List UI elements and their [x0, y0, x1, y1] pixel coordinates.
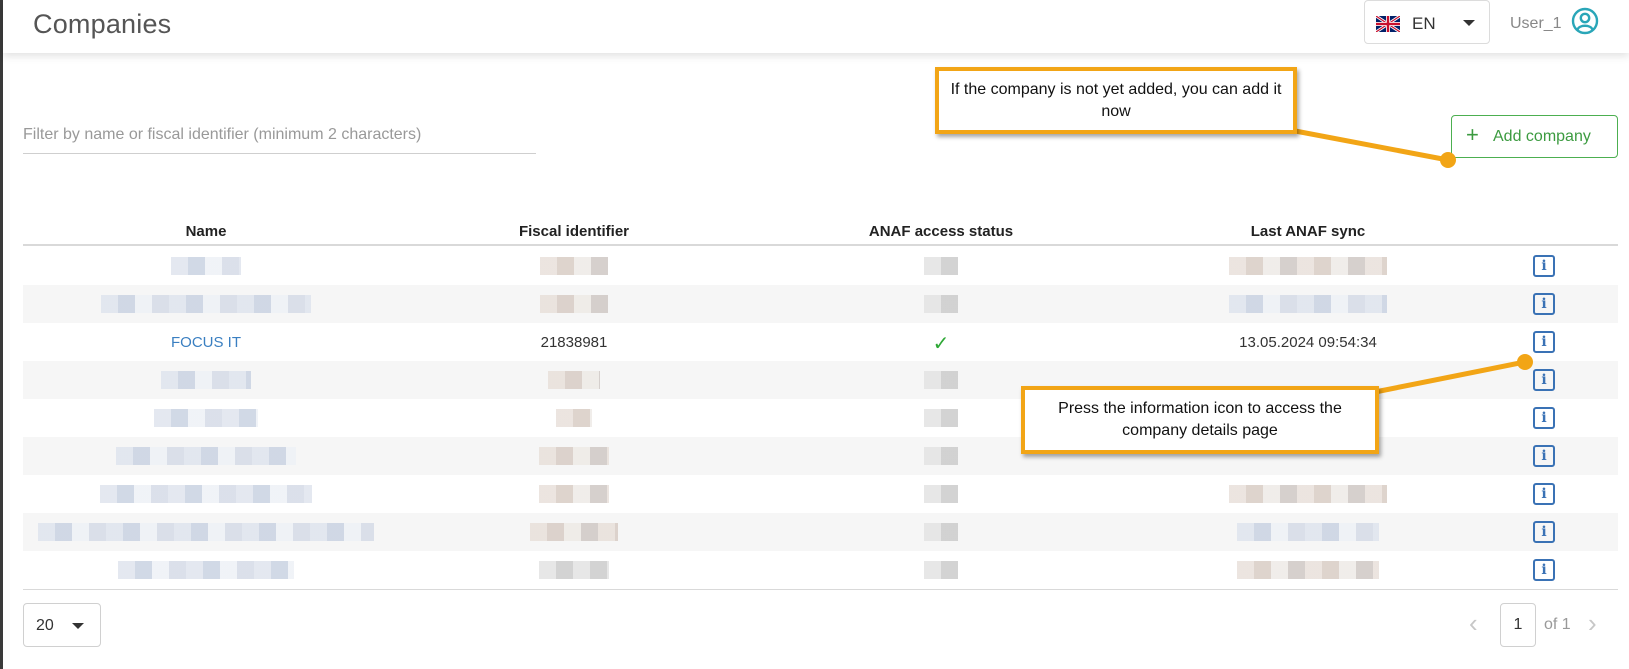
redacted-fiscal-id [540, 295, 608, 313]
column-header-anaf-status[interactable]: ANAF access status [869, 223, 1013, 240]
info-icon[interactable]: i [1533, 559, 1555, 581]
info-icon[interactable]: i [1533, 445, 1555, 467]
plus-icon: + [1466, 122, 1479, 147]
info-icon[interactable]: i [1533, 369, 1555, 391]
window-left-edge [0, 0, 3, 669]
table-row[interactable]: i [23, 285, 1618, 323]
redacted-status [924, 371, 958, 389]
filter-input[interactable] [23, 116, 536, 154]
redacted-fiscal-id [539, 561, 609, 579]
info-icon[interactable]: i [1533, 255, 1555, 277]
total-pages-label: of 1 [1544, 616, 1571, 634]
add-company-label: Add company [1493, 128, 1591, 145]
page-size-select[interactable]: 20 [23, 603, 101, 647]
company-name-link[interactable]: FOCUS IT [171, 334, 241, 351]
fiscal-identifier: 21838981 [540, 334, 608, 351]
callout-info-icon: Press the information icon to access the… [1021, 386, 1379, 454]
redacted-sync [1237, 561, 1379, 579]
redacted-name [38, 523, 374, 541]
info-icon[interactable]: i [1533, 293, 1555, 315]
chevron-down-icon [72, 623, 84, 629]
column-header-name[interactable]: Name [186, 223, 227, 240]
callout-add-company: If the company is not yet added, you can… [935, 67, 1297, 134]
redacted-status [924, 485, 958, 503]
info-icon[interactable]: i [1533, 331, 1555, 353]
table-row[interactable]: i [23, 247, 1618, 285]
redacted-fiscal-id [540, 257, 608, 275]
redacted-status [924, 409, 958, 427]
redacted-fiscal-id [539, 485, 609, 503]
redacted-name [100, 485, 312, 503]
callout-add-line [1289, 127, 1449, 163]
of-label: of [1544, 616, 1558, 633]
redacted-status [924, 523, 958, 541]
redacted-name [118, 561, 294, 579]
chevron-right-icon[interactable]: › [1588, 610, 1597, 636]
redacted-sync [1229, 485, 1387, 503]
info-icon[interactable]: i [1533, 483, 1555, 505]
table-row[interactable]: i [23, 513, 1618, 551]
table-row[interactable]: i [23, 551, 1618, 589]
redacted-sync [1229, 257, 1387, 275]
language-label: EN [1412, 14, 1436, 33]
column-header-last-sync[interactable]: Last ANAF sync [1251, 223, 1365, 240]
user-name[interactable]: User_1 [1510, 15, 1562, 33]
table-row[interactable]: i [23, 475, 1618, 513]
redacted-status [924, 561, 958, 579]
table-header: Name Fiscal identifier ANAF access statu… [23, 215, 1618, 246]
info-icon[interactable]: i [1533, 407, 1555, 429]
user-circle-icon[interactable] [1571, 7, 1599, 35]
table-bottom-divider [23, 589, 1618, 590]
table-row[interactable]: FOCUS IT 21838981 ✓ 13.05.2024 09:54:34 … [23, 323, 1618, 361]
uk-flag-icon [1376, 16, 1400, 32]
current-page-input[interactable]: 1 [1500, 603, 1536, 647]
column-header-fiscal-identifier[interactable]: Fiscal identifier [519, 223, 629, 240]
redacted-fiscal-id [539, 447, 609, 465]
redacted-name [161, 371, 251, 389]
info-icon[interactable]: i [1533, 521, 1555, 543]
app-header: Companies EN User_1 [3, 0, 1629, 53]
last-sync-time: 13.05.2024 09:54:34 [1239, 334, 1377, 351]
redacted-sync [1237, 523, 1379, 541]
redacted-status [924, 295, 958, 313]
check-icon: ✓ [932, 333, 950, 355]
chevron-left-icon[interactable]: ‹ [1469, 610, 1478, 636]
redacted-name [116, 447, 296, 465]
redacted-name [154, 409, 258, 427]
redacted-name [101, 295, 311, 313]
total-pages: 1 [1561, 616, 1571, 633]
redacted-fiscal-id [530, 523, 618, 541]
page-size-value: 20 [36, 617, 54, 634]
redacted-sync [1229, 295, 1387, 313]
redacted-fiscal-id [548, 371, 600, 389]
redacted-status [924, 257, 958, 275]
language-select[interactable]: EN [1364, 0, 1490, 44]
redacted-fiscal-id [556, 409, 592, 427]
add-company-button[interactable]: + Add company [1451, 115, 1618, 158]
redacted-status [924, 447, 958, 465]
chevron-down-icon [1463, 20, 1475, 26]
redacted-name [171, 257, 241, 275]
page-title: Companies [33, 9, 172, 39]
